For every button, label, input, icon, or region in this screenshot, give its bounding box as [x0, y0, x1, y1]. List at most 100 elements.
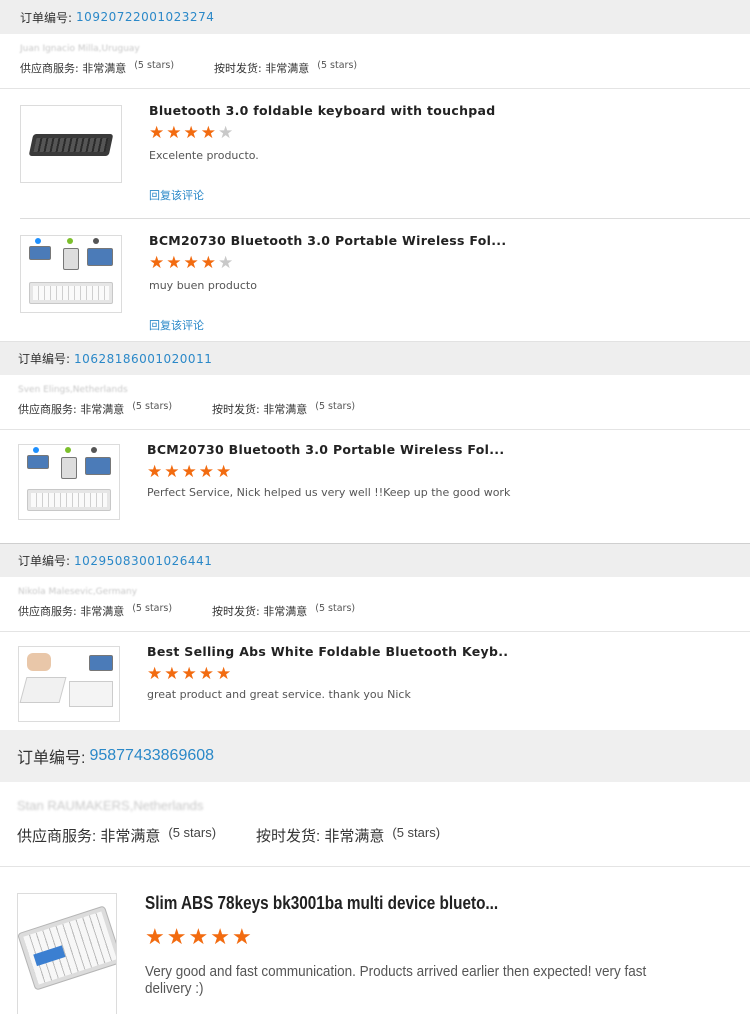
- supplier-service-label: 供应商服务:: [17, 828, 97, 845]
- product-thumbnail[interactable]: [18, 444, 120, 520]
- star-icon: ★: [149, 123, 165, 143]
- star-icon: ★: [198, 664, 214, 684]
- product-title[interactable]: BCM20730 Bluetooth 3.0 Portable Wireless…: [149, 233, 506, 248]
- reply-review-link[interactable]: 回复该评论: [149, 317, 204, 333]
- seller-ratings: 供应商服务: 非常满意 (5 stars) 按时发货: 非常满意 (5 star…: [0, 401, 750, 417]
- buyer-name: Juan Ignacio Milla,Uruguay: [20, 44, 140, 54]
- supplier-service-stars: (5 stars): [132, 603, 173, 614]
- star-icon: ★: [166, 123, 182, 143]
- supplier-service-label: 供应商服务:: [18, 605, 77, 618]
- product-title[interactable]: Best Selling Abs White Foldable Bluetoot…: [147, 644, 508, 659]
- order-number-label: 订单编号:: [18, 352, 71, 366]
- black-folding-keyboard-image: [28, 134, 114, 156]
- order-header: 订单编号: 95877433869608: [0, 730, 750, 782]
- silver-blue-keyboard-image: [18, 905, 116, 991]
- buyer-name: Stan RAUMAKERS,Netherlands: [17, 798, 204, 813]
- star-icon: ★: [147, 462, 163, 482]
- shipping-stars: (5 stars): [317, 60, 358, 71]
- product-thumbnail[interactable]: [18, 646, 120, 722]
- order-card: 订单编号: 10628186001020011 Sven Elings,Neth…: [0, 341, 750, 534]
- tablet-image: [85, 457, 111, 475]
- star-icon: ★: [164, 462, 180, 482]
- star-empty-icon: ★: [218, 253, 234, 273]
- hand-image: [27, 653, 51, 671]
- rating-stars: ★ ★ ★ ★ ★: [149, 125, 233, 142]
- order-number-link[interactable]: 10295083001026441: [74, 554, 212, 568]
- order-header: 订单编号: 10920722001023274: [0, 0, 750, 34]
- shipping-stars: (5 stars): [315, 603, 356, 614]
- shipping-value: 非常满意: [263, 403, 308, 416]
- star-icon: ★: [166, 925, 187, 950]
- order-card: 订单编号: 10295083001026441 Nikola Malesevic…: [0, 543, 750, 736]
- order-number-label: 订单编号:: [17, 750, 86, 767]
- shipping-label: 按时发货:: [256, 828, 321, 845]
- rating-stars: ★ ★ ★ ★ ★: [149, 255, 233, 272]
- review-comment: Very good and fast communication. Produc…: [145, 963, 647, 997]
- seller-ratings: 供应商服务: 非常满意 (5 stars) 按时发货: 非常满意 (5 star…: [0, 60, 750, 76]
- review-comment: great product and great service. thank y…: [147, 688, 411, 701]
- tablet-image: [89, 655, 113, 671]
- product-title[interactable]: BCM20730 Bluetooth 3.0 Portable Wireless…: [147, 442, 504, 457]
- review-comment: muy buen producto: [149, 279, 257, 292]
- tablet-image: [87, 248, 113, 266]
- phone-image: [61, 457, 77, 479]
- star-icon: ★: [188, 925, 209, 950]
- rating-stars: ★ ★ ★ ★ ★: [145, 927, 252, 949]
- supplier-service-stars: (5 stars): [168, 825, 217, 840]
- order-number-label: 订单编号:: [18, 554, 71, 568]
- rating-stars: ★ ★ ★ ★ ★: [147, 666, 231, 683]
- rating-stars: ★ ★ ★ ★ ★: [147, 464, 231, 481]
- star-icon: ★: [149, 253, 165, 273]
- product-review: BCM20730 Bluetooth 3.0 Portable Wireless…: [0, 219, 750, 349]
- star-icon: ★: [181, 664, 197, 684]
- white-keyboard-flat-image: [69, 681, 113, 707]
- product-thumbnail[interactable]: [17, 893, 117, 1014]
- star-icon: ★: [231, 925, 252, 950]
- star-icon: ★: [147, 664, 163, 684]
- silver-keyboard-image: [27, 489, 111, 511]
- star-icon: ★: [145, 925, 165, 950]
- order-number-link[interactable]: 10628186001020011: [74, 352, 212, 366]
- star-icon: ★: [216, 462, 232, 482]
- seller-ratings: 供应商服务: 非常满意 (5 stars) 按时发货: 非常满意 (5 star…: [0, 825, 750, 846]
- shipping-value: 非常满意: [265, 62, 310, 75]
- laptop-image: [27, 455, 49, 469]
- seller-ratings: 供应商服务: 非常满意 (5 stars) 按时发货: 非常满意 (5 star…: [0, 603, 750, 619]
- product-review: BCM20730 Bluetooth 3.0 Portable Wireless…: [0, 430, 750, 534]
- product-review: Best Selling Abs White Foldable Bluetoot…: [0, 632, 750, 736]
- buyer-name: Sven Elings,Netherlands: [18, 385, 128, 395]
- supplier-service-value: 非常满意: [80, 605, 125, 618]
- buyer-name: Nikola Malesevic,Germany: [18, 587, 138, 597]
- reply-review-link[interactable]: 回复该评论: [149, 187, 204, 203]
- star-icon: ★: [198, 462, 214, 482]
- order-header: 订单编号: 10295083001026441: [0, 543, 750, 577]
- star-icon: ★: [164, 664, 180, 684]
- order-card: 订单编号: 95877433869608 Stan RAUMAKERS,Neth…: [0, 730, 750, 1014]
- star-icon: ★: [200, 123, 216, 143]
- star-icon: ★: [181, 462, 197, 482]
- shipping-stars: (5 stars): [315, 401, 356, 412]
- shipping-label: 按时发货:: [214, 62, 262, 75]
- phone-image: [63, 248, 79, 270]
- shipping-label: 按时发货:: [212, 605, 260, 618]
- order-number-link[interactable]: 10920722001023274: [76, 10, 214, 24]
- supplier-service-stars: (5 stars): [132, 401, 173, 412]
- review-comment: Perfect Service, Nick helped us very wel…: [147, 486, 511, 499]
- product-title[interactable]: Bluetooth 3.0 foldable keyboard with tou…: [149, 103, 496, 118]
- supplier-service-value: 非常满意: [82, 62, 127, 75]
- product-review: Bluetooth 3.0 foldable keyboard with tou…: [0, 89, 750, 219]
- product-thumbnail[interactable]: [20, 235, 122, 313]
- review-comment: Excelente producto.: [149, 149, 259, 162]
- order-number-link[interactable]: 95877433869608: [89, 747, 214, 765]
- shipping-value: 非常满意: [324, 828, 385, 845]
- product-thumbnail[interactable]: [20, 105, 122, 183]
- supplier-service-label: 供应商服务:: [18, 403, 77, 416]
- shipping-label: 按时发货:: [212, 403, 260, 416]
- order-header: 订单编号: 10628186001020011: [0, 341, 750, 375]
- star-icon: ★: [200, 253, 216, 273]
- silver-keyboard-image: [29, 282, 113, 304]
- product-title[interactable]: Slim ABS 78keys bk3001ba multi device bl…: [145, 893, 498, 914]
- supplier-service-value: 非常满意: [100, 828, 161, 845]
- supplier-service-value: 非常满意: [80, 403, 125, 416]
- star-icon: ★: [210, 925, 230, 950]
